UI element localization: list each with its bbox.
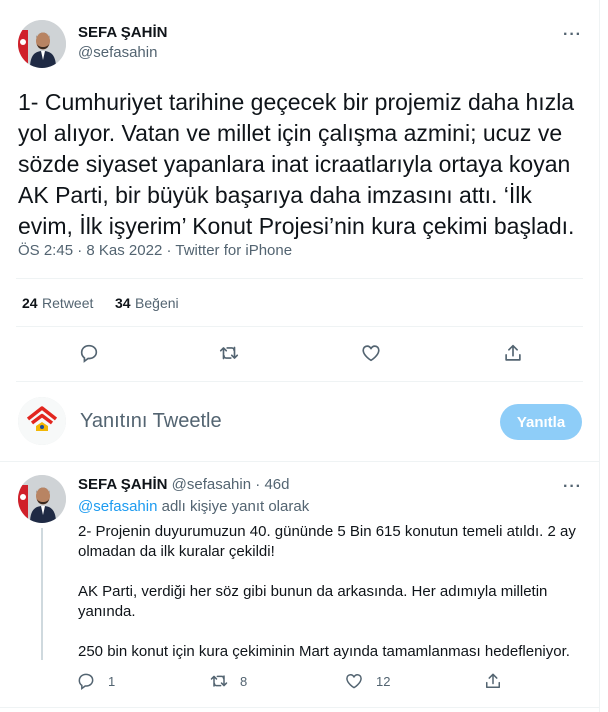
reply-icon	[78, 673, 94, 690]
reply-reply-count: 1	[108, 673, 116, 689]
akp-logo-icon	[18, 397, 66, 445]
reply-retweet-count: 8	[240, 673, 248, 689]
divider	[16, 381, 583, 382]
retweet-icon	[210, 675, 228, 687]
meta-separator: ·	[73, 242, 87, 259]
divider	[16, 278, 583, 279]
reply-author-handle[interactable]: @sefasahin	[172, 476, 251, 493]
akp-logo-avatar	[18, 397, 66, 445]
reply-like-button[interactable]: 12	[344, 670, 390, 692]
tweet-meta: ÖS 2:45 · 8 Kas 2022 · Twitter for iPhon…	[18, 242, 292, 259]
tweet-text: 1- Cumhuriyet tarihine geçecek bir proje…	[18, 89, 581, 239]
reply-text: 2- Projenin duyurumuzun 40. gününde 5 Bi…	[78, 522, 583, 682]
reply-paragraph: AK Parti, verdiği her söz gibi bunun da …	[78, 583, 548, 620]
reply-like-count: 12	[376, 673, 391, 689]
divider	[0, 461, 600, 462]
likes-count: 34	[115, 295, 131, 311]
reply-author-avatar-image	[18, 475, 66, 523]
likes-label: Beğeni	[135, 295, 179, 311]
divider	[16, 326, 583, 327]
reply-reply-button[interactable]: 1	[76, 670, 115, 692]
more-icon[interactable]: ···	[563, 26, 582, 44]
tweet-frame: SEFA ŞAHİN @sefasahin ··· 1- Cumhuriyet …	[0, 0, 600, 712]
retweets-count: 24	[22, 295, 38, 311]
replying-to-handle[interactable]: @sefasahin	[78, 498, 157, 515]
author-avatar-image	[18, 20, 66, 68]
reply-age[interactable]: 46d	[264, 476, 289, 493]
reply-share-icon[interactable]	[483, 670, 503, 692]
divider	[0, 707, 600, 708]
author-name[interactable]: SEFA ŞAHİN	[78, 24, 167, 41]
meta-separator: ·	[162, 242, 176, 259]
reply-paragraph: 250 bin konut için kura çekiminin Mart a…	[78, 643, 570, 660]
reply-paragraph: 2- Projenin duyurumuzun 40. gününde 5 Bi…	[78, 523, 576, 560]
tweet-source[interactable]: Twitter for iPhone	[175, 242, 292, 259]
reply-icon[interactable]	[76, 340, 102, 366]
reply-retweet-button[interactable]: 8	[208, 670, 247, 692]
reply-submit-button[interactable]: Yanıtla	[500, 404, 582, 440]
like-icon[interactable]	[358, 340, 384, 366]
reply-input[interactable]: Yanıtını Tweetle	[80, 410, 222, 433]
like-icon	[346, 674, 362, 689]
retweets-stat[interactable]: 24 Retweet	[22, 295, 93, 313]
thread-line	[41, 528, 43, 660]
author-avatar[interactable]	[18, 20, 66, 68]
tweet-time[interactable]: ÖS 2:45	[18, 242, 73, 259]
share-icon[interactable]	[500, 340, 526, 366]
reply-author-avatar[interactable]	[18, 475, 66, 523]
author-handle[interactable]: @sefasahin	[78, 44, 157, 61]
replying-to-suffix: adlı kişiye yanıt olarak	[157, 498, 310, 515]
reply-more-icon[interactable]: ···	[563, 478, 582, 496]
reply-header: SEFA ŞAHİN @sefasahin · 46d	[78, 476, 289, 493]
replying-to: @sefasahin adlı kişiye yanıt olarak	[78, 498, 309, 515]
likes-stat[interactable]: 34 Beğeni	[115, 295, 179, 313]
retweets-label: Retweet	[42, 295, 94, 311]
reply-dot: ·	[251, 476, 265, 493]
reply-author-name[interactable]: SEFA ŞAHİN	[78, 476, 167, 493]
retweet-icon[interactable]	[216, 340, 242, 366]
tweet-date[interactable]: 8 Kas 2022	[86, 242, 162, 259]
